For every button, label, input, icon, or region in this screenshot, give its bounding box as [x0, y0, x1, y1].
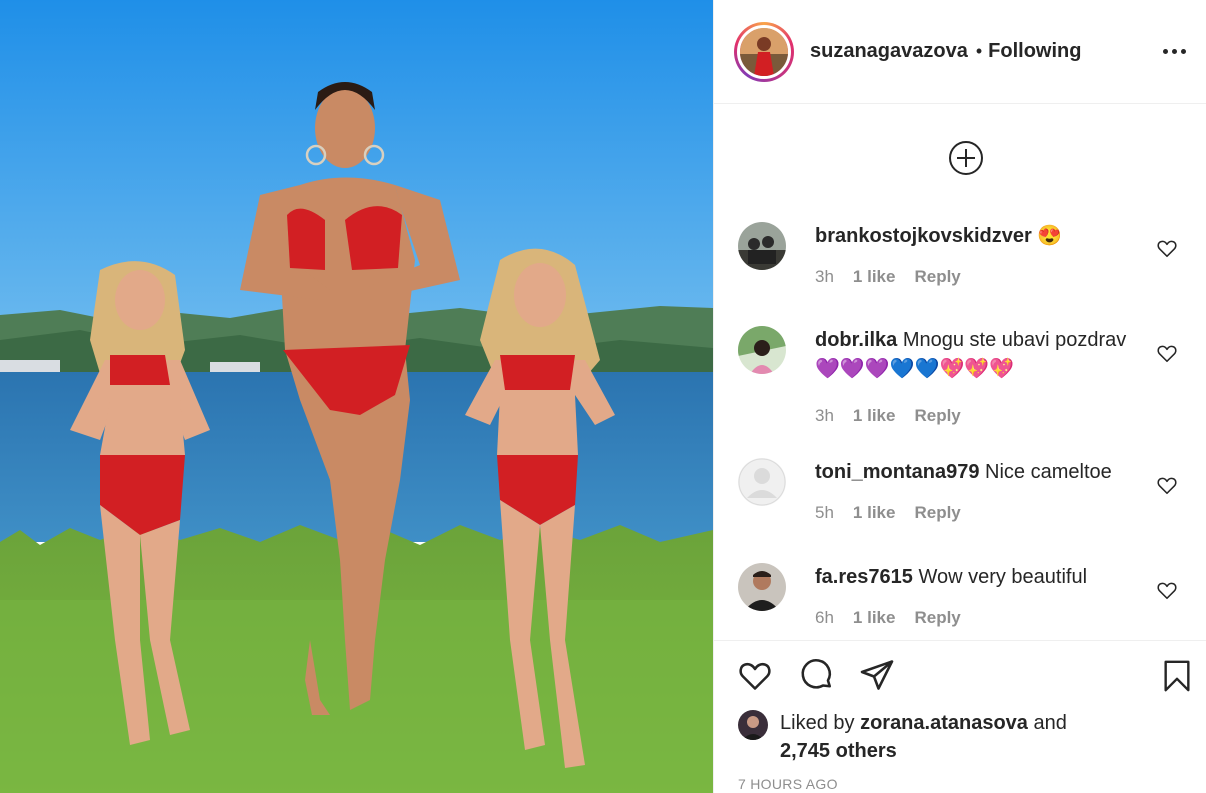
- comment-username[interactable]: brankostojkovskidzver: [815, 225, 1032, 247]
- comment-likes[interactable]: 1 like: [853, 267, 896, 287]
- comment-time: 6h: [815, 608, 834, 627]
- comment-username[interactable]: toni_montana979: [815, 461, 979, 483]
- comment-text: 😍: [1037, 225, 1063, 247]
- post-header: suzanagavazova • Following: [714, 0, 1206, 104]
- comment-meta: 6h 1 like Reply: [815, 608, 961, 628]
- following-button[interactable]: Following: [988, 40, 1081, 63]
- comment-bubble-icon[interactable]: [798, 657, 836, 698]
- heart-icon[interactable]: [1156, 237, 1178, 259]
- commenter-avatar[interactable]: [738, 458, 786, 506]
- commenter-avatar[interactable]: [738, 563, 786, 611]
- liker-avatar[interactable]: [738, 710, 768, 740]
- comment-username[interactable]: fa.res7615: [815, 566, 913, 588]
- comment-username[interactable]: dobr.ilka: [815, 329, 897, 351]
- author-avatar-image: [740, 27, 788, 76]
- comment-time: 3h: [815, 406, 834, 425]
- liker-username[interactable]: zorana.atanasova: [860, 712, 1028, 734]
- comment-reply-button[interactable]: Reply: [914, 406, 960, 426]
- heart-icon[interactable]: [1156, 474, 1178, 496]
- liked-by: Liked by zorana.atanasova and 2,745 othe…: [738, 709, 1067, 765]
- liked-by-others[interactable]: 2,745 others: [780, 740, 897, 762]
- more-options-icon[interactable]: [1163, 49, 1186, 54]
- post-image: [0, 0, 713, 793]
- header-separator: •: [975, 41, 983, 61]
- comments-list[interactable]: brankostojkovskidzver 😍 3h 1 like Reply: [714, 104, 1206, 640]
- plus-circle-icon[interactable]: [948, 140, 984, 176]
- comment-body: dobr.ilka Mnogu ste ubavi pozdrav 💜💜💜💙💙💖…: [815, 326, 1135, 384]
- heart-icon[interactable]: [1156, 579, 1178, 601]
- comment-body: toni_montana979 Nice cameltoe: [815, 458, 1135, 487]
- post-side-panel: suzanagavazova • Following brankostojkov…: [713, 0, 1206, 793]
- comment-body: brankostojkovskidzver 😍: [815, 222, 1135, 251]
- liked-by-text: Liked by zorana.atanasova and 2,745 othe…: [780, 709, 1067, 765]
- author-username[interactable]: suzanagavazova: [810, 40, 968, 63]
- comment-time: 5h: [815, 503, 834, 522]
- post-timestamp[interactable]: 7 HOURS AGO: [738, 776, 838, 792]
- comment-body: fa.res7615 Wow very beautiful: [815, 563, 1135, 592]
- author-avatar[interactable]: [734, 21, 794, 82]
- commenter-avatar[interactable]: [738, 326, 786, 374]
- comment-reply-button[interactable]: Reply: [914, 267, 960, 287]
- comment-text: Nice cameltoe: [985, 461, 1112, 483]
- liked-by-prefix: Liked by: [780, 712, 855, 734]
- paper-plane-icon[interactable]: [858, 657, 896, 698]
- comment-meta: 5h 1 like Reply: [815, 503, 961, 523]
- comment-reply-button[interactable]: Reply: [914, 608, 960, 628]
- heart-icon[interactable]: [1156, 342, 1178, 364]
- comment-likes[interactable]: 1 like: [853, 608, 896, 628]
- post-actions: Liked by zorana.atanasova and 2,745 othe…: [714, 640, 1206, 793]
- comment-time: 3h: [815, 267, 834, 286]
- comment-text: Wow very beautiful: [918, 566, 1088, 588]
- comment-meta: 3h 1 like Reply: [815, 267, 961, 287]
- heart-icon[interactable]: [736, 657, 774, 698]
- comment-likes[interactable]: 1 like: [853, 406, 896, 426]
- bookmark-icon[interactable]: [1160, 657, 1194, 700]
- post-photo[interactable]: [0, 0, 713, 793]
- instagram-post-modal: suzanagavazova • Following brankostojkov…: [0, 0, 1206, 793]
- liked-by-and: and: [1033, 712, 1067, 734]
- comment-likes[interactable]: 1 like: [853, 503, 896, 523]
- comment-meta: 3h 1 like Reply: [815, 406, 961, 426]
- commenter-avatar[interactable]: [738, 222, 786, 270]
- comment-reply-button[interactable]: Reply: [914, 503, 960, 523]
